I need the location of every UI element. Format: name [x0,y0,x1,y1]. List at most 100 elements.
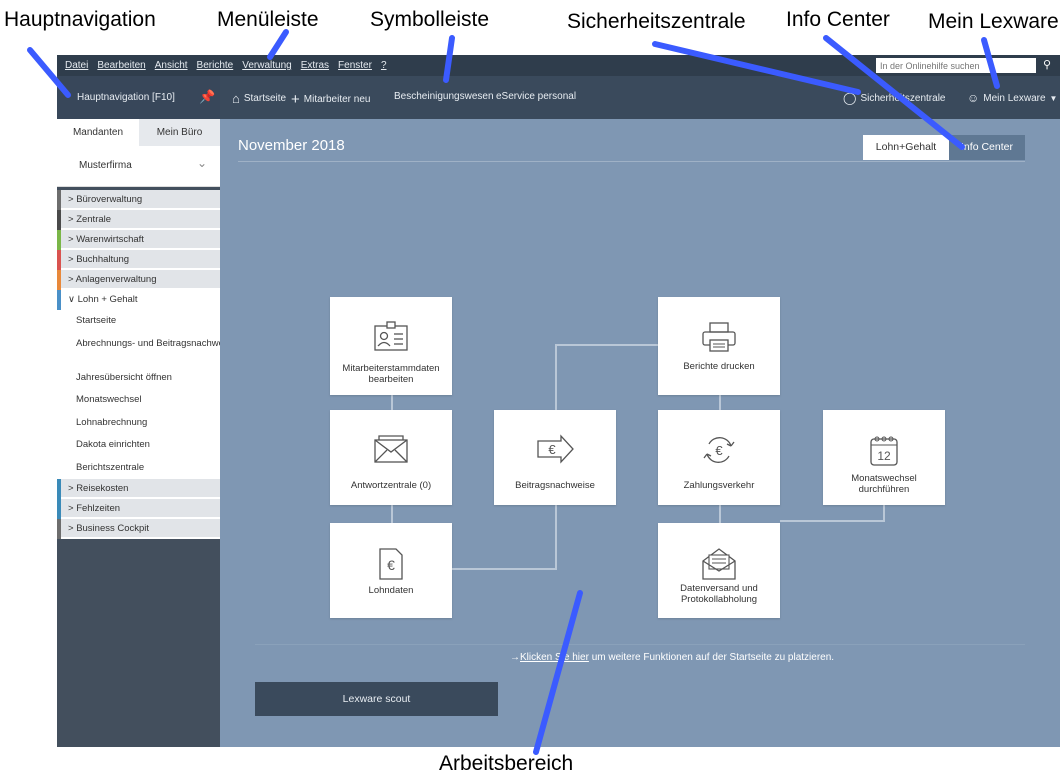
tab-mandanten[interactable]: Mandanten [57,119,139,146]
startseite-button[interactable]: ⌂ Startseite [232,91,286,106]
chevron-right-icon: > [68,254,77,265]
euro-arrow-icon: € [494,434,616,470]
eservice-button[interactable]: eService personal [496,91,576,102]
printer-icon [658,321,780,357]
callout-mein-lexware: Mein Lexware [928,10,1059,33]
sidebar-item[interactable]: Monatswechsel [57,389,220,412]
envelope-icon [330,434,452,470]
sidebar-group[interactable]: > Warenwirtschaft [57,230,220,250]
menu-berichte[interactable]: Berichte [197,60,234,71]
sidebar-group[interactable]: > Anlagenverwaltung [57,270,220,290]
work-area: November 2018 Lohn+Gehalt Info Center Mi… [220,119,1060,747]
chevron-right-icon: > [68,503,77,514]
connector [780,520,884,522]
id-card-icon [330,321,452,357]
euro-cycle-icon: € [658,434,780,470]
tile-mitarbeiterstammdaten[interactable]: Mitarbeiterstammdaten bearbeiten [330,297,452,395]
sidebar-group-label: Anlagenverwaltung [75,274,157,285]
divider [255,644,1025,645]
sidebar-group[interactable]: > Fehlzeiten [57,499,220,519]
sidebar-item[interactable]: Abrechnungs- und Beitragsnachweis-Assist… [57,333,272,367]
tab-info-center[interactable]: Info Center [949,135,1025,160]
menu-items: Datei Bearbeiten Ansicht Berichte Verwal… [65,60,387,71]
group-color-bar [57,230,61,250]
tile-berichte-drucken[interactable]: Berichte drucken [658,297,780,395]
group-color-bar [57,270,61,290]
svg-text:€: € [548,442,556,457]
tile-lohndaten[interactable]: € Lohndaten [330,523,452,618]
hauptnavigation-header[interactable]: Hauptnavigation [F10] 📌 [57,76,220,119]
connector [555,344,659,346]
chevron-right-icon: > [68,194,77,205]
tile-monatswechsel[interactable]: 12 Monatswechsel durchführen [823,410,945,505]
sidebar-item[interactable]: Lohnabrechnung [57,412,220,435]
menu-extras[interactable]: Extras [301,60,329,71]
sidebar-item[interactable]: Berichtszentrale [57,457,220,480]
group-color-bar [57,519,61,539]
sidebar-group-label: Büroverwaltung [76,194,143,205]
chevron-right-icon: > [68,483,77,494]
chevron-right-icon: > [68,523,77,534]
callout-info-center: Info Center [786,8,890,31]
pin-icon[interactable]: 📌 [199,89,215,105]
mein-lexware-button[interactable]: ☺ Mein Lexware ▼ [967,91,1057,105]
sidebar-group[interactable]: > Reisekosten [57,479,220,499]
tile-label: Zahlungsverkehr [683,480,755,491]
tile-label: Mitarbeiterstammdaten bearbeiten [342,363,440,385]
company-name: Musterfirma [79,160,132,171]
menu-help[interactable]: ? [381,60,387,71]
tile-zahlungsverkehr[interactable]: € Zahlungsverkehr [658,410,780,505]
sidebar-item[interactable]: Startseite [57,310,220,333]
company-selector[interactable]: Musterfirma ⌄ [57,146,220,187]
shield-icon: ◯ [843,91,857,105]
sidebar-group[interactable]: > Buchhaltung [57,250,220,270]
bescheinigungswesen-button[interactable]: Bescheinigungswesen [394,91,494,102]
chevron-right-icon: > [68,274,76,285]
lexware-window: Datei Bearbeiten Ansicht Berichte Verwal… [57,55,1060,747]
sidebar-item[interactable]: Jahresübersicht öffnen [57,367,220,390]
sidebar-group[interactable]: ∨ Lohn + Gehalt [57,290,220,310]
tile-label: Berichte drucken [683,361,755,372]
menu-bearbeiten[interactable]: Bearbeiten [97,60,145,71]
help-search-input[interactable] [876,58,1036,73]
tab-lohn-gehalt[interactable]: Lohn+Gehalt [863,135,949,160]
sicherheitszentrale-button[interactable]: ◯ Sicherheitszentrale [843,91,945,105]
svg-text:12: 12 [877,449,891,463]
menu-ansicht[interactable]: Ansicht [155,60,188,71]
arrow-icon: → [510,652,520,663]
tile-datenversand[interactable]: Datenversand und Protokollabholung [658,523,780,618]
customize-link[interactable]: Klicken Sie hier [520,652,589,663]
tab-mein-buero[interactable]: Mein Büro [139,119,220,146]
callout-hauptnavigation: Hauptnavigation [4,8,156,31]
chevron-down-icon: ∨ [68,294,78,305]
menu-verwaltung[interactable]: Verwaltung [242,60,291,71]
mitarbeiter-neu-button[interactable]: + Mitarbeiter neu [291,91,370,108]
sidebar-tabs: Mandanten Mein Büro [57,119,220,146]
menu-datei[interactable]: Datei [65,60,88,71]
euro-document-icon: € [330,547,452,583]
hauptnavigation-label: Hauptnavigation [F10] [77,92,175,103]
sidebar-group[interactable]: > Zentrale [57,210,220,230]
tile-antwortzentrale[interactable]: Antwortzentrale (0) [330,410,452,505]
sicherheitszentrale-label: Sicherheitszentrale [860,92,946,104]
chevron-down-icon: ▼ [1049,93,1058,103]
callout-menuleiste: Menüleiste [217,8,319,31]
menu-fenster[interactable]: Fenster [338,60,372,71]
group-color-bar [57,290,61,310]
sidebar-item[interactable]: Dakota einrichten [57,434,220,457]
plus-icon: + [291,91,300,108]
group-color-bar [57,250,61,270]
tile-beitragsnachweise[interactable]: € Beitragsnachweise [494,410,616,505]
chevron-right-icon: > [68,214,77,225]
connector [883,505,885,522]
group-color-bar [57,210,61,230]
search-icon[interactable]: ⚲ [1040,58,1054,73]
svg-text:€: € [715,443,723,458]
tile-label: Beitragsnachweise [515,480,595,491]
sidebar-group[interactable]: > Büroverwaltung [57,190,220,210]
chevron-down-icon: ⌄ [197,156,208,170]
connector [452,568,556,570]
sidebar-group[interactable]: > Business Cockpit [57,519,220,539]
sidebar-group-label: Lohn + Gehalt [77,294,138,305]
lexware-scout-button[interactable]: Lexware scout [255,682,498,716]
